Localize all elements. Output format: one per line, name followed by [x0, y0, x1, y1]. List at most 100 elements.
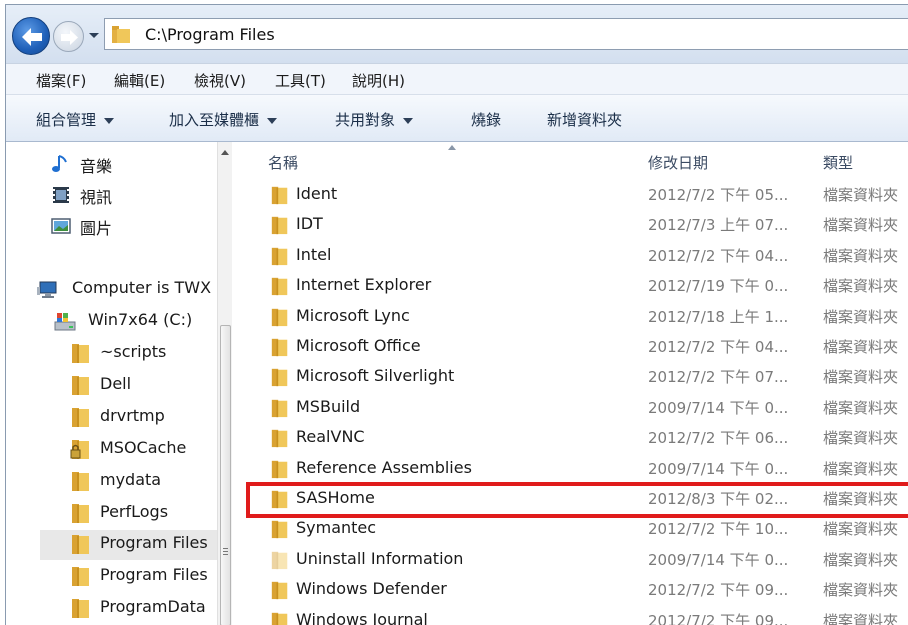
file-modified-date: 2012/7/18 上午 1... — [648, 307, 789, 326]
arrow-right-icon — [61, 30, 78, 45]
file-row[interactable]: RealVNC 2012/7/2 下午 06... 檔案資料夾 — [238, 423, 908, 453]
nav-folder-mydata[interactable]: mydata — [70, 467, 217, 497]
video-icon — [53, 187, 69, 203]
folder-icon — [72, 376, 89, 395]
file-name: MSBuild — [296, 396, 361, 416]
address-bar-row: C:\Program Files — [6, 5, 908, 63]
folder-icon — [271, 460, 288, 478]
grip-line — [223, 551, 228, 552]
nav-folder-program-files-selected[interactable]: Program Files — [40, 530, 217, 560]
add-to-library-button[interactable]: 加入至媒體櫃 — [169, 109, 278, 130]
new-folder-button[interactable]: 新增資料夾 — [547, 109, 622, 130]
command-bar: 組合管理 加入至媒體櫃 共用對象 燒錄 新增資料夾 — [6, 95, 908, 142]
nav-folder-programdata[interactable]: ProgramData — [70, 594, 217, 624]
file-type: 檔案資料夾 — [823, 459, 899, 478]
file-name: RealVNC — [296, 427, 365, 447]
folder-icon — [72, 567, 89, 586]
file-row[interactable]: Intel 2012/7/2 下午 04... 檔案資料夾 — [238, 241, 908, 271]
folder-icon — [271, 217, 288, 235]
column-header-name[interactable]: 名稱 — [268, 152, 298, 173]
file-row[interactable]: Reference Assemblies 2009/7/14 下午 0... 檔案資… — [238, 454, 908, 484]
folder-icon — [271, 582, 288, 600]
burn-button[interactable]: 燒錄 — [471, 109, 501, 130]
file-name: Ident — [296, 184, 338, 203]
file-row[interactable]: IDT 2012/7/3 上午 07... 檔案資料夾 — [238, 210, 908, 240]
file-name: Microsoft Silverlight — [296, 366, 455, 386]
menu-view[interactable]: 檢視(V) — [194, 70, 246, 91]
file-modified-date: 2009/7/14 下午 0... — [648, 459, 789, 478]
nav-folder-perflogs[interactable]: PerfLogs — [70, 499, 217, 529]
file-type: 檔案資料夾 — [823, 429, 899, 448]
nav-folder-msocache[interactable]: MSOCache — [70, 435, 217, 465]
menu-help[interactable]: 說明(H) — [352, 70, 405, 91]
nav-folder-dell[interactable]: Dell — [70, 371, 217, 401]
organize-button[interactable]: 組合管理 — [36, 109, 115, 130]
drive-icon — [54, 313, 76, 331]
nav-item-computer[interactable]: Computer is TWX — [36, 275, 217, 305]
file-row[interactable]: Microsoft Lync 2012/7/18 上午 1... 檔案資料夾 — [238, 302, 908, 332]
file-row[interactable]: Symantec 2012/7/2 下午 10... 檔案資料夾 — [238, 514, 908, 544]
file-row[interactable]: Internet Explorer 2012/7/19 下午 0... 檔案資料夾 — [238, 271, 908, 301]
caret-down-icon — [267, 117, 278, 124]
locked-folder-icon — [70, 440, 89, 459]
file-row[interactable]: Windows Journal 2012/7/2 下午 09... 檔案資料夾 — [238, 606, 908, 625]
folder-icon — [72, 535, 89, 554]
recent-pages-chevron-icon[interactable] — [88, 29, 100, 41]
file-modified-date: 2012/7/2 下午 07... — [648, 368, 789, 387]
column-header-date[interactable]: 修改日期 — [648, 152, 708, 173]
music-icon — [52, 155, 67, 172]
file-row[interactable]: Microsoft Office 2012/7/2 下午 04... 檔案資料夾 — [238, 332, 908, 362]
share-with-button[interactable]: 共用對象 — [335, 109, 414, 130]
menu-edit[interactable]: 編輯(E) — [114, 70, 165, 91]
file-type: 檔案資料夾 — [823, 550, 899, 569]
column-header-type[interactable]: 類型 — [823, 152, 853, 173]
file-modified-date: 2012/7/2 下午 10... — [648, 520, 789, 539]
caret-down-icon — [403, 117, 414, 124]
scroll-up-arrow-icon[interactable] — [221, 150, 229, 155]
folder-icon — [271, 338, 288, 357]
file-type: 檔案資料夾 — [823, 277, 899, 296]
file-name: Microsoft Office — [296, 336, 421, 355]
scrollbar-thumb[interactable] — [220, 325, 231, 625]
file-modified-date: 2012/7/2 下午 09... — [648, 581, 789, 600]
folder-icon — [271, 399, 288, 417]
folder-icon — [271, 612, 288, 625]
forward-button[interactable] — [53, 21, 84, 52]
folder-icon — [112, 26, 130, 43]
file-modified-date: 2012/7/2 下午 04... — [648, 246, 789, 265]
file-row[interactable]: Windows Defender 2012/7/2 下午 09... 檔案資料夾 — [238, 575, 908, 605]
file-list: 名稱 修改日期 類型 Ident 2012/7/2 下午 05... 檔案資料夾 ID… — [238, 142, 908, 625]
folder-icon — [271, 247, 288, 265]
menu-tools[interactable]: 工具(T) — [275, 70, 326, 91]
folder-icon — [72, 472, 89, 491]
navigation-pane: 音樂 視訊 圖片 Computer is TWX Win7x64 (C:) ~s… — [6, 142, 232, 625]
address-box[interactable]: C:\Program Files — [104, 18, 908, 50]
file-row[interactable]: Ident 2012/7/2 下午 05... 檔案資料夾 — [238, 180, 908, 210]
nav-scrollbar[interactable] — [217, 142, 232, 625]
nav-item-pictures[interactable]: 圖片 — [50, 212, 210, 242]
folder-icon — [271, 430, 288, 448]
menu-file[interactable]: 檔案(F) — [36, 70, 86, 91]
nav-item-video[interactable]: 視訊 — [50, 181, 210, 211]
folder-icon — [271, 278, 288, 296]
file-name: IDT — [296, 214, 323, 234]
back-button[interactable] — [12, 17, 50, 55]
folder-icon — [72, 599, 89, 618]
folder-icon — [271, 308, 288, 326]
caret-down-icon — [104, 117, 115, 124]
file-modified-date: 2012/7/2 下午 05... — [648, 186, 789, 204]
nav-folder-drvrtmp[interactable]: drvrtmp — [70, 403, 217, 433]
file-modified-date: 2012/7/2 下午 09... — [648, 611, 789, 625]
file-row[interactable]: Microsoft Silverlight 2012/7/2 下午 07... 檔案… — [238, 362, 908, 392]
nav-folder-scripts[interactable]: ~scripts — [70, 339, 217, 369]
file-row[interactable]: Uninstall Information 2009/7/14 下午 0... 檔案… — [238, 545, 908, 575]
grip-line — [223, 548, 228, 549]
annotation-highlight-box — [246, 482, 908, 518]
nav-item-music[interactable]: 音樂 — [50, 150, 210, 180]
nav-folder-program-files-x86[interactable]: Program Files — [70, 562, 217, 592]
arrow-left-icon — [22, 28, 42, 46]
file-modified-date: 2012/7/2 下午 06... — [648, 429, 789, 448]
file-row[interactable]: MSBuild 2009/7/14 下午 0... 檔案資料夾 — [238, 393, 908, 423]
nav-item-drive-c[interactable]: Win7x64 (C:) — [54, 307, 217, 337]
file-modified-date: 2012/7/2 下午 04... — [648, 338, 789, 356]
